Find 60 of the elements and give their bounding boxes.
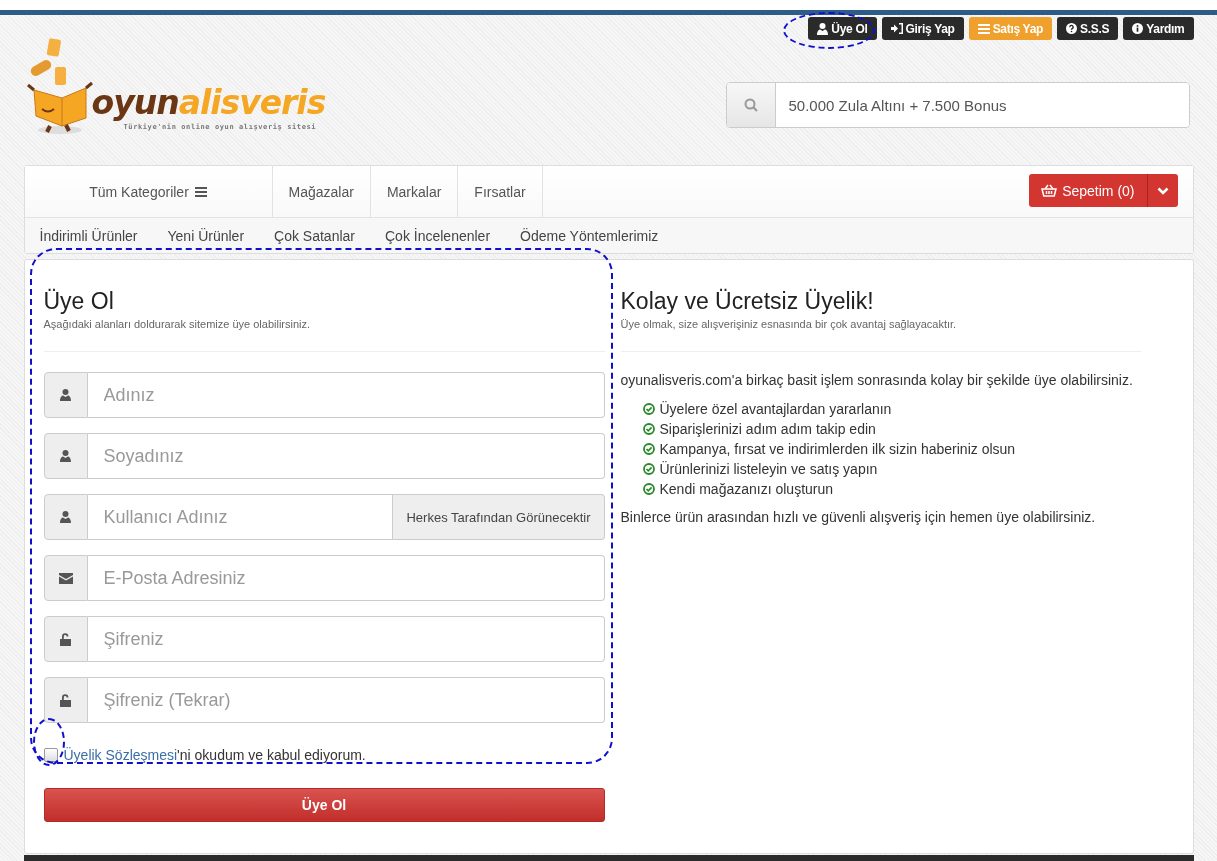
nav-link[interactable]: Ödeme Yöntemlerimiz xyxy=(520,227,659,244)
info-icon xyxy=(1132,23,1144,34)
agreement-checkbox[interactable] xyxy=(43,748,58,762)
benefit-text: Kampanya, fırsat ve indirimlerden ilk sizin haberiniz olsun xyxy=(659,441,1016,457)
categories-menu-button[interactable]: Tüm Kategoriler xyxy=(24,166,273,217)
check-circle-icon xyxy=(642,423,655,435)
form-title: Üye Ol xyxy=(43,288,115,315)
check-circle-icon xyxy=(642,443,655,455)
header-button[interactable]: Yardım xyxy=(1123,17,1194,40)
user-icon xyxy=(60,450,71,462)
basket-icon xyxy=(1041,184,1058,197)
password-input-field[interactable]: Şifreniz xyxy=(87,616,605,662)
user-icon xyxy=(817,22,829,35)
caret-icon xyxy=(1156,186,1169,195)
email-input-field[interactable]: E-Posta Adresiniz xyxy=(87,555,605,601)
search-icon xyxy=(743,98,758,112)
user-icon xyxy=(60,511,71,523)
header-button[interactable]: Üye Ol xyxy=(808,17,877,40)
benefit-text: Kendi mağazanızı oluşturun xyxy=(659,481,834,497)
nav-link[interactable]: Çok İncelenenler xyxy=(385,227,491,244)
cart-button[interactable]: Sepetim (0) xyxy=(1029,174,1147,207)
annotation-circle xyxy=(33,718,65,766)
text-input-field[interactable]: Kullanıcı Adınız xyxy=(87,494,394,540)
info-text: oyunalisveris.com'a birkaç basit işlem sonrasında kolay bir şekilde üye olabilirsiniz. xyxy=(620,372,1134,388)
benefit-text: Ürünlerinizi listeleyin ve satış yapın xyxy=(659,461,878,477)
agreement-link[interactable]: Üyelik Sözleşmesi xyxy=(63,747,178,763)
benefit-text: Üyelere özel avantajlardan yararlanın xyxy=(659,401,892,417)
envelope-icon xyxy=(58,572,73,584)
signup-button[interactable]: Üye Ol xyxy=(43,788,605,822)
check-circle-icon xyxy=(642,403,655,415)
nav-link[interactable]: Yeni Ürünler xyxy=(167,227,245,244)
nav-link[interactable]: Fırsatlar xyxy=(458,166,543,217)
check-circle-icon xyxy=(642,483,655,495)
agreement-text: Üyelik Sözleşmesi'ni okudum ve kabul ediyorum. xyxy=(63,747,366,763)
password-input-field[interactable]: Şifreniz (Tekrar) xyxy=(87,677,605,723)
info-subtitle: Üye olmak, size alışverişiniz esnasında bir çok avantaj sağlayacaktır. xyxy=(620,318,958,330)
nav-link[interactable]: İndirimli Ürünler xyxy=(39,227,138,244)
search-field[interactable]: 50.000 Zula Altını + 7.500 Bonus xyxy=(725,82,1190,128)
logo-text[interactable]: oyunalisveris xyxy=(91,83,326,122)
lock-icon xyxy=(60,693,71,707)
benefit-text: Siparişlerinizi adım adım takip edin xyxy=(659,421,876,437)
user-icon xyxy=(60,389,71,401)
menu-icon xyxy=(194,186,207,197)
cart-dropdown-button[interactable] xyxy=(1146,174,1178,207)
check-circle-icon xyxy=(642,463,655,475)
input-addon: Herkes Tarafından Görünecektir xyxy=(393,494,605,540)
form-subtitle: Aşağıdaki alanları doldurarak sitemize üye olabilirsiniz. xyxy=(43,318,312,330)
question-icon xyxy=(1066,23,1078,34)
text-input-field[interactable]: Adınız xyxy=(87,372,605,418)
nav-link[interactable]: Mağazalar xyxy=(272,166,371,217)
sign-in-icon xyxy=(890,23,903,34)
menu-icon xyxy=(977,23,990,34)
nav-link[interactable]: Markalar xyxy=(370,166,459,217)
header-button[interactable]: S.S.S xyxy=(1057,17,1119,40)
lock-icon xyxy=(60,632,71,646)
info-text: Binlerce ürün arasından hızlı ve güvenli alışveriş için hemen üye olabilirsiniz. xyxy=(620,509,1097,525)
info-title: Kolay ve Ücretsiz Üyelik! xyxy=(620,288,875,315)
text-input-field[interactable]: Soyadınız xyxy=(87,433,605,479)
nav-link[interactable]: Çok Satanlar xyxy=(274,227,355,244)
header-button[interactable]: Giriş Yap xyxy=(881,17,964,40)
